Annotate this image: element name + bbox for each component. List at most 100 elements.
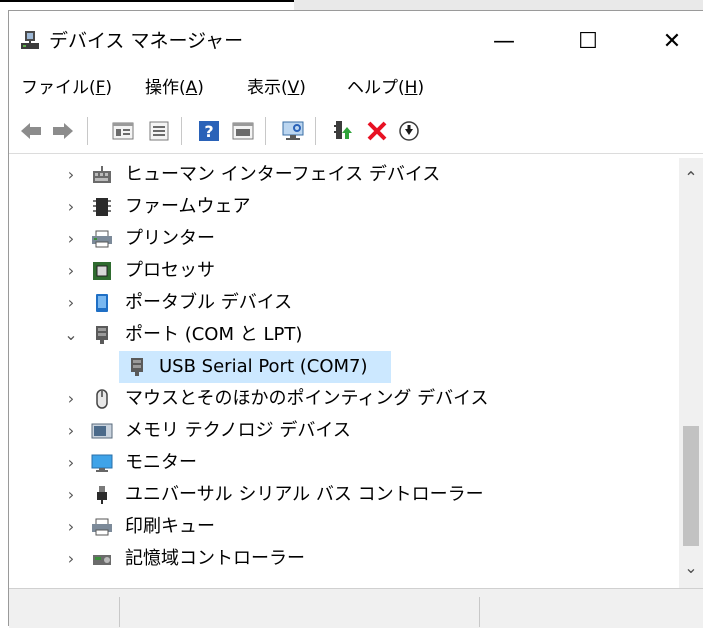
device-manager-icon	[21, 31, 39, 49]
expand-chevron-icon[interactable]: ›	[61, 191, 81, 223]
status-bar	[9, 588, 703, 628]
expand-chevron-icon[interactable]: ›	[61, 415, 81, 447]
svg-text:?: ?	[204, 122, 213, 141]
tree-item-label: ユニバーサル シリアル バス コントローラー	[125, 484, 484, 505]
port-icon	[96, 326, 108, 344]
expand-chevron-icon[interactable]: ›	[61, 543, 81, 575]
tree-item-label: USB Serial Port (COM7)	[159, 356, 368, 377]
expand-chevron-icon[interactable]: ›	[61, 287, 81, 319]
scrollbar-thumb[interactable]	[683, 426, 699, 546]
menu-action[interactable]: 操作(A)	[145, 77, 204, 99]
close-button[interactable]: ✕	[645, 17, 699, 65]
toolbar: ?	[9, 109, 703, 154]
expand-chevron-icon[interactable]: ›	[61, 511, 81, 543]
show-hidden-icon	[232, 122, 254, 140]
port-icon	[131, 358, 143, 376]
toolbar-separator	[87, 117, 88, 145]
processor-icon	[93, 262, 111, 280]
tree-item-firmware[interactable]: › ファームウェア	[9, 191, 679, 223]
properties-button[interactable]	[109, 117, 137, 145]
expand-chevron-icon[interactable]: ›	[61, 479, 81, 511]
status-pane-divider	[119, 597, 120, 627]
properties-icon	[112, 122, 134, 140]
list-icon	[149, 121, 169, 141]
uninstall-button[interactable]	[363, 117, 391, 145]
update-driver-icon	[334, 121, 352, 139]
window-title: デバイス マネージャー	[49, 30, 244, 52]
print-queue-icon	[92, 518, 112, 536]
expand-chevron-icon[interactable]: ›	[61, 447, 81, 479]
scan-hardware-button[interactable]	[279, 117, 307, 145]
portable-device-icon	[96, 294, 108, 312]
tree-item-label: ポータブル デバイス	[125, 292, 293, 313]
expand-chevron-icon[interactable]: ›	[61, 223, 81, 255]
device-manager-window: デバイス マネージャー — ☐ ✕ ファイル(F) 操作(A) 表示(V) ヘル…	[8, 10, 703, 628]
toolbar-separator	[315, 117, 316, 145]
tree-item-label: ポート (COM と LPT)	[125, 324, 303, 345]
tree-item-label: プロセッサ	[125, 260, 215, 281]
memory-icon	[91, 423, 113, 439]
update-driver-button[interactable]	[329, 117, 357, 145]
menu-view[interactable]: 表示(V)	[247, 77, 306, 99]
usb-icon	[97, 486, 107, 504]
tree-item-label: マウスとそのほかのポインティング デバイス	[125, 388, 489, 409]
tree-item-label: 印刷キュー	[125, 516, 215, 537]
help-icon: ?	[199, 121, 219, 141]
minimize-icon: —	[493, 28, 515, 54]
expand-chevron-icon[interactable]: ›	[61, 159, 81, 191]
scan-hardware-icon	[282, 121, 304, 140]
tree-item-label: ファームウェア	[125, 196, 251, 217]
toolbar-separator	[265, 117, 266, 145]
tree-item-label: メモリ テクノロジ デバイス	[125, 420, 351, 441]
menu-bar: ファイル(F) 操作(A) 表示(V) ヘルプ(H)	[9, 71, 703, 105]
background-edge	[0, 0, 294, 2]
tree-item-monitor[interactable]: › モニター	[9, 447, 679, 479]
tree-item-storage-controllers[interactable]: › 記憶域コントローラー	[9, 543, 679, 575]
tree-item-print-queue[interactable]: › 印刷キュー	[9, 511, 679, 543]
mouse-icon	[96, 389, 108, 409]
menu-help[interactable]: ヘルプ(H)	[347, 77, 424, 99]
expand-chevron-icon[interactable]: ›	[61, 255, 81, 287]
scroll-up-icon[interactable]: ⌃	[679, 168, 703, 187]
collapse-chevron-icon[interactable]: ⌄	[61, 319, 81, 351]
tree-item-label: 記憶域コントローラー	[125, 548, 305, 569]
close-icon: ✕	[662, 28, 682, 54]
expand-chevron-icon[interactable]: ›	[61, 383, 81, 415]
hid-icon	[93, 166, 111, 183]
help-button[interactable]: ?	[195, 117, 223, 145]
vertical-scrollbar[interactable]: ⌃ ⌄	[679, 158, 703, 588]
maximize-button[interactable]: ☐	[561, 17, 615, 65]
list-button[interactable]	[145, 117, 173, 145]
minimize-button[interactable]: —	[477, 17, 531, 65]
maximize-icon: ☐	[578, 28, 598, 54]
status-pane-divider	[479, 597, 480, 627]
tree-item-label: モニター	[125, 452, 197, 473]
tree-item-mouse[interactable]: › マウスとそのほかのポインティング デバイス	[9, 383, 679, 415]
uninstall-icon	[367, 121, 387, 141]
back-icon	[21, 123, 41, 139]
disable-button[interactable]	[395, 117, 423, 145]
monitor-icon	[91, 454, 113, 472]
storage-controller-icon	[93, 555, 111, 565]
background-edge	[294, 0, 703, 10]
scroll-down-icon[interactable]: ⌄	[679, 558, 703, 577]
disable-icon	[399, 121, 419, 141]
tree-item-usb-controllers[interactable]: › ユニバーサル シリアル バス コントローラー	[9, 479, 679, 511]
tree-item-processor[interactable]: › プロセッサ	[9, 255, 679, 287]
tree-item-ports[interactable]: ⌄ ポート (COM と LPT)	[9, 319, 679, 351]
tree-item-hid[interactable]: › ヒューマン インターフェイス デバイス	[9, 159, 679, 191]
title-bar[interactable]: デバイス マネージャー — ☐ ✕	[9, 11, 703, 69]
tree-item-label: ヒューマン インターフェイス デバイス	[125, 164, 441, 185]
tree-item-portable-device[interactable]: › ポータブル デバイス	[9, 287, 679, 319]
back-button[interactable]	[17, 117, 45, 145]
printer-icon	[92, 230, 112, 248]
firmware-icon	[93, 198, 111, 216]
tree-item-usb-serial-port[interactable]: USB Serial Port (COM7)	[9, 351, 679, 383]
menu-file[interactable]: ファイル(F)	[21, 77, 112, 99]
tree-item-printer[interactable]: › プリンター	[9, 223, 679, 255]
show-hidden-button[interactable]	[229, 117, 257, 145]
tree-item-memory-technology[interactable]: › メモリ テクノロジ デバイス	[9, 415, 679, 447]
forward-icon	[53, 123, 73, 139]
device-tree[interactable]: › ヒューマン インターフェイス デバイス › ファームウェア › プリンター …	[9, 158, 679, 588]
forward-button[interactable]	[49, 117, 77, 145]
